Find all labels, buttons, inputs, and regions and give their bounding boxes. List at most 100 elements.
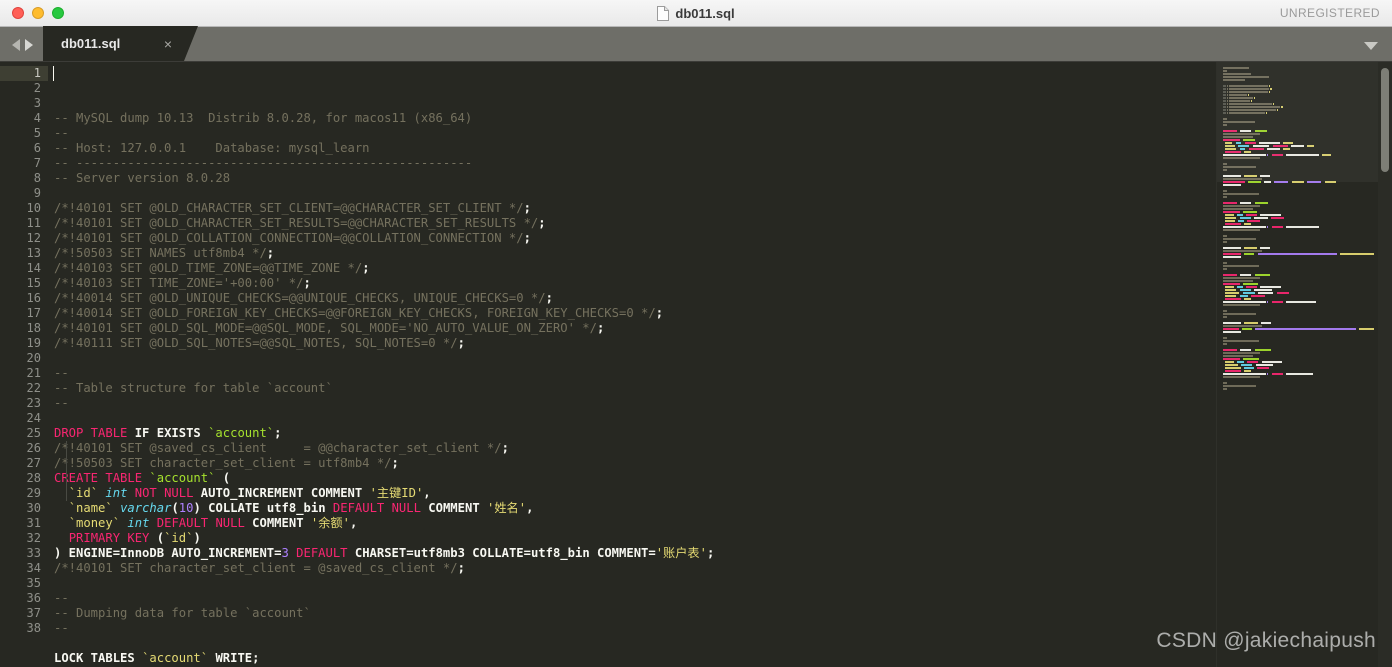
vertical-scrollbar-thumb[interactable]: [1381, 68, 1389, 172]
code-line[interactable]: /*!40101 SET character_set_client = @sav…: [48, 561, 1392, 576]
minimap-viewport[interactable]: [1217, 62, 1378, 182]
code-line[interactable]: [48, 351, 1392, 366]
code-line[interactable]: /*!40103 SET @OLD_TIME_ZONE=@@TIME_ZONE …: [48, 261, 1392, 276]
code-editor[interactable]: 1 2 3 4 5 6 7 8 9 10 11 12 13 14 15 16 17 18 19 20 21 22 23 24 2…: [0, 62, 1392, 667]
token: /*!40014 SET @OLD_UNIQUE_CHECKS=@@UNIQUE…: [54, 291, 546, 305]
code-line[interactable]: LOCK TABLES `account` WRITE;: [48, 651, 1392, 666]
code-line[interactable]: --: [48, 591, 1392, 606]
minimap-token: [1223, 207, 1254, 210]
minimap-token: [1240, 327, 1242, 330]
code-line[interactable]: DROP TABLE IF EXISTS `account`;: [48, 426, 1392, 441]
code-line[interactable]: --: [48, 621, 1392, 636]
minimap-token: [1266, 225, 1269, 228]
code-line[interactable]: /*!40101 SET @saved_cs_client = @@charac…: [48, 441, 1392, 456]
minimap-token: [1244, 321, 1259, 324]
code-line[interactable]: ) ENGINE=InnoDB AUTO_INCREMENT=3 DEFAULT…: [48, 546, 1392, 561]
code-line[interactable]: `money` int DEFAULT NULL COMMENT '余额',: [48, 516, 1392, 531]
code-line[interactable]: /*!40103 SET TIME_ZONE='+00:00' */;: [48, 276, 1392, 291]
code-line[interactable]: /*!40101 SET @OLD_CHARACTER_SET_CLIENT=@…: [48, 201, 1392, 216]
minimap-token: [1271, 300, 1283, 303]
triangle-left-icon[interactable]: [12, 39, 20, 51]
minimap-token: [1223, 252, 1242, 255]
chevron-down-icon[interactable]: [1364, 42, 1378, 50]
code-line[interactable]: /*!40101 SET @OLD_CHARACTER_SET_RESULTS=…: [48, 216, 1392, 231]
code-line[interactable]: /*!40111 SET @OLD_SQL_NOTES=@@SQL_NOTES,…: [48, 336, 1392, 351]
code-line[interactable]: --: [48, 366, 1392, 381]
code-line[interactable]: -- Table structure for table `account`: [48, 381, 1392, 396]
token: --: [54, 591, 69, 605]
minimap-token: [1223, 240, 1228, 243]
token: ,: [423, 486, 431, 500]
code-line[interactable]: /*!40014 SET @OLD_UNIQUE_CHECKS=@@UNIQUE…: [48, 291, 1392, 306]
code-line[interactable]: PRIMARY KEY (`id`): [48, 531, 1392, 546]
triangle-right-icon[interactable]: [25, 39, 33, 51]
code-line[interactable]: /*!40101 SET @OLD_SQL_MODE=@@SQL_MODE, S…: [48, 321, 1392, 336]
code-line[interactable]: /*!50503 SET NAMES utf8mb4 */;: [48, 246, 1392, 261]
code-line[interactable]: /*!50503 SET character_set_client = utf8…: [48, 456, 1392, 471]
tab-db011-sql[interactable]: db011.sql ×: [43, 26, 198, 61]
minimap-token: [1260, 213, 1281, 216]
minimap-token: [1223, 351, 1261, 354]
zoom-window-button[interactable]: [52, 7, 64, 19]
code-line[interactable]: /*!40101 SET @OLD_COLLATION_CONNECTION=@…: [48, 231, 1392, 246]
line-number: 5: [33, 126, 41, 140]
code-line[interactable]: --: [48, 396, 1392, 411]
minimap-token: [1271, 372, 1283, 375]
close-icon[interactable]: ×: [164, 37, 172, 51]
minimap-token: [1252, 273, 1254, 276]
code-line[interactable]: [48, 576, 1392, 591]
token: int: [127, 516, 150, 530]
code-line[interactable]: [48, 636, 1392, 651]
minimap-token: [1255, 252, 1257, 255]
minimap-token: [1223, 360, 1225, 363]
minimap[interactable]: [1216, 62, 1378, 667]
token: `id`: [164, 531, 194, 545]
minimap-token: [1244, 252, 1255, 255]
line-number: 10: [26, 201, 41, 215]
minimap-token: [1223, 330, 1241, 333]
minimize-window-button[interactable]: [32, 7, 44, 19]
code-line[interactable]: -- Dumping data for table `account`: [48, 606, 1392, 621]
token: int: [105, 486, 128, 500]
token: ,: [349, 516, 358, 530]
code-line[interactable]: -- -------------------------------------…: [48, 156, 1392, 171]
token: `account`: [208, 426, 275, 440]
token: -- -------------------------------------…: [54, 156, 473, 170]
minimap-token: [1285, 300, 1317, 303]
minimap-token: [1260, 285, 1281, 288]
minimap-token: [1243, 369, 1251, 372]
minimap-token: [1255, 291, 1258, 294]
line-number: 12: [26, 231, 41, 245]
code-line[interactable]: -- Host: 127.0.0.1 Database: mysql_learn: [48, 141, 1392, 156]
code-line[interactable]: [48, 411, 1392, 426]
code-line[interactable]: `id` int NOT NULL AUTO_INCREMENT COMMENT…: [48, 486, 1392, 501]
minimap-token: [1271, 216, 1284, 219]
minimap-token: [1223, 285, 1225, 288]
code-line[interactable]: [48, 186, 1392, 201]
code-line[interactable]: `name` varchar(10) COLLATE utf8_bin DEFA…: [48, 501, 1392, 516]
line-number: 7: [33, 156, 41, 170]
token: ;: [655, 306, 664, 320]
minimap-token: [1239, 288, 1251, 291]
code-content[interactable]: -- MySQL dump 10.13 Distrib 8.0.28, for …: [48, 62, 1392, 667]
code-line[interactable]: CREATE TABLE `account` (: [48, 471, 1392, 486]
code-line[interactable]: -- Server version 8.0.28: [48, 171, 1392, 186]
minimap-token: [1245, 285, 1257, 288]
minimap-token: [1356, 327, 1358, 330]
line-number: 16: [26, 291, 41, 305]
minimap-token: [1244, 360, 1247, 363]
minimap-token: [1268, 216, 1271, 219]
close-window-button[interactable]: [12, 7, 24, 19]
minimap-token: [1257, 213, 1260, 216]
code-line[interactable]: -- MySQL dump 10.13 Distrib 8.0.28, for …: [48, 111, 1392, 126]
code-line[interactable]: /*!40014 SET @OLD_FOREIGN_KEY_CHECKS=@@F…: [48, 306, 1392, 321]
minimap-token: [1283, 372, 1285, 375]
token: /*!40101 SET @OLD_CHARACTER_SET_CLIENT=@…: [54, 201, 524, 215]
minimap-token: [1276, 291, 1290, 294]
code-line[interactable]: --: [48, 126, 1392, 141]
vertical-scrollbar[interactable]: [1378, 62, 1392, 667]
minimap-token: [1223, 264, 1259, 267]
unregistered-badge: UNREGISTERED: [1279, 6, 1380, 20]
minimap-token: [1223, 297, 1225, 300]
minimap-token: [1234, 213, 1237, 216]
